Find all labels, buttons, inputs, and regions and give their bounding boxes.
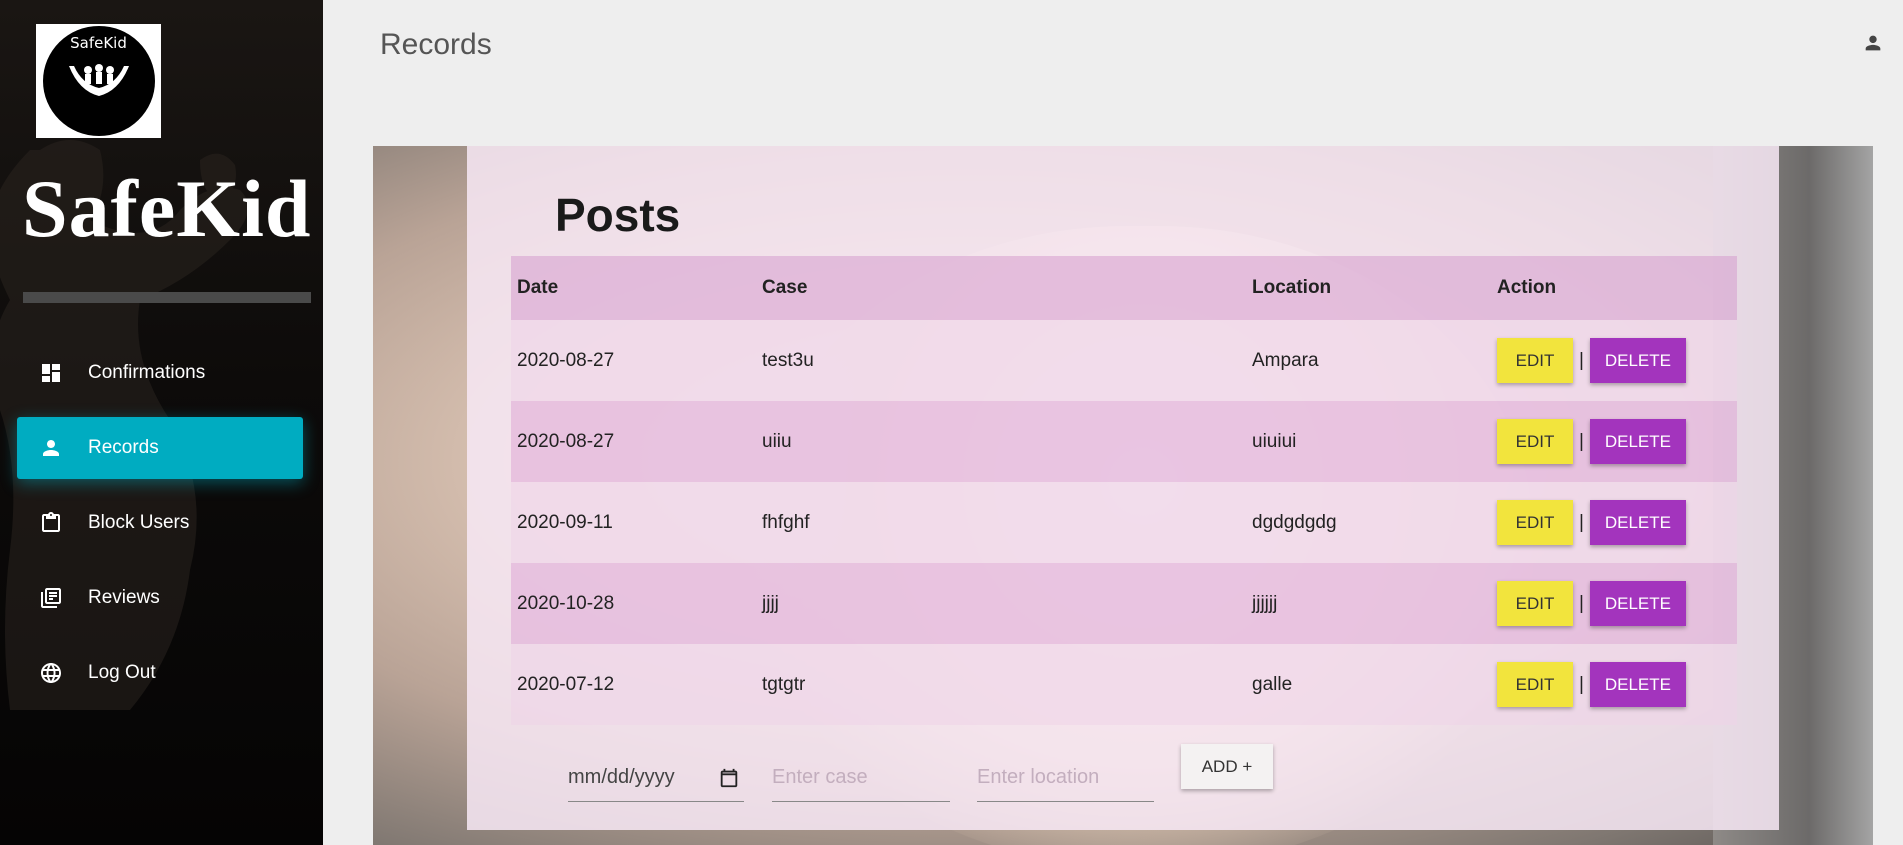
cell-date: 2020-07-12 bbox=[511, 644, 756, 725]
column-header-case: Case bbox=[756, 256, 1246, 320]
sidebar-item-label: Block Users bbox=[88, 512, 190, 533]
edit-button[interactable]: EDIT bbox=[1497, 338, 1573, 383]
sidebar-item-records[interactable]: Records bbox=[17, 417, 303, 479]
action-separator: | bbox=[1579, 349, 1584, 371]
edit-button[interactable]: EDIT bbox=[1497, 581, 1573, 626]
sidebar-nav: Confirmations Records Block Users Review… bbox=[17, 342, 303, 717]
sidebar-item-label: Log Out bbox=[88, 662, 156, 683]
cell-location: jjjjjj bbox=[1246, 563, 1491, 644]
case-input-placeholder: Enter case bbox=[772, 766, 868, 788]
globe-icon bbox=[38, 660, 64, 686]
sidebar: SafeKid SafeKid Confirmations Records Bl… bbox=[0, 0, 323, 845]
brand-title: SafeKid bbox=[22, 163, 312, 254]
location-input[interactable]: Enter location bbox=[977, 754, 1154, 802]
cell-case: jjjj bbox=[756, 563, 1246, 644]
posts-title: Posts bbox=[555, 189, 681, 241]
person-icon[interactable] bbox=[1862, 32, 1884, 54]
calendar-icon[interactable] bbox=[718, 767, 740, 789]
hands-icon bbox=[68, 64, 129, 96]
cell-location: Ampara bbox=[1246, 320, 1491, 401]
edit-button[interactable]: EDIT bbox=[1497, 662, 1573, 707]
edit-button[interactable]: EDIT bbox=[1497, 500, 1573, 545]
cell-actions: EDIT | DELETE bbox=[1491, 401, 1737, 482]
location-input-placeholder: Enter location bbox=[977, 766, 1100, 788]
cell-date: 2020-10-28 bbox=[511, 563, 756, 644]
add-button[interactable]: ADD + bbox=[1181, 744, 1273, 789]
table-row: 2020-10-28 jjjj jjjjjj EDIT | DELETE bbox=[511, 563, 1737, 644]
sidebar-item-label: Reviews bbox=[88, 587, 160, 608]
delete-button[interactable]: DELETE bbox=[1589, 500, 1686, 545]
cell-location: dgdgdgdg bbox=[1246, 482, 1491, 563]
column-header-action: Action bbox=[1491, 256, 1737, 320]
delete-button[interactable]: DELETE bbox=[1589, 338, 1686, 383]
table-row: 2020-08-27 uiiu uiuiui EDIT | DELETE bbox=[511, 401, 1737, 482]
cell-location: uiuiui bbox=[1246, 401, 1491, 482]
sidebar-item-label: Records bbox=[88, 437, 159, 458]
logo-emblem: SafeKid bbox=[42, 26, 155, 136]
date-input-placeholder: mm/dd/yyyy bbox=[568, 766, 675, 788]
cell-date: 2020-09-11 bbox=[511, 482, 756, 563]
action-separator: | bbox=[1579, 592, 1584, 614]
cell-actions: EDIT | DELETE bbox=[1491, 320, 1737, 401]
action-separator: | bbox=[1579, 673, 1584, 695]
sidebar-item-reviews[interactable]: Reviews bbox=[17, 567, 303, 629]
cell-case: tgtgtr bbox=[756, 644, 1246, 725]
cell-actions: EDIT | DELETE bbox=[1491, 644, 1737, 725]
delete-button[interactable]: DELETE bbox=[1589, 581, 1686, 626]
case-input[interactable]: Enter case bbox=[772, 754, 950, 802]
cell-date: 2020-08-27 bbox=[511, 401, 756, 482]
table-header-row: Date Case Location Action bbox=[511, 256, 1737, 320]
action-separator: | bbox=[1579, 511, 1584, 533]
cell-date: 2020-08-27 bbox=[511, 320, 756, 401]
cell-case: uiiu bbox=[756, 401, 1246, 482]
date-input[interactable]: mm/dd/yyyy bbox=[568, 754, 744, 802]
table-row: 2020-08-27 test3u Ampara EDIT | DELETE bbox=[511, 320, 1737, 401]
clipboard-icon bbox=[38, 510, 64, 536]
sidebar-item-block-users[interactable]: Block Users bbox=[17, 492, 303, 554]
table-row: 2020-07-12 tgtgtr galle EDIT | DELETE bbox=[511, 644, 1737, 725]
person-icon bbox=[38, 435, 64, 461]
column-header-location: Location bbox=[1246, 256, 1491, 320]
cell-actions: EDIT | DELETE bbox=[1491, 563, 1737, 644]
sidebar-item-label: Confirmations bbox=[88, 362, 206, 383]
table-row: 2020-09-11 fhfghf dgdgdgdg EDIT | DELETE bbox=[511, 482, 1737, 563]
dashboard-icon bbox=[38, 360, 64, 386]
sidebar-item-confirmations[interactable]: Confirmations bbox=[17, 342, 303, 404]
logo-text: SafeKid bbox=[70, 34, 127, 52]
column-header-date: Date bbox=[511, 256, 756, 320]
cell-location: galle bbox=[1246, 644, 1491, 725]
action-separator: | bbox=[1579, 430, 1584, 452]
brand-divider bbox=[23, 292, 311, 303]
delete-button[interactable]: DELETE bbox=[1589, 419, 1686, 464]
delete-button[interactable]: DELETE bbox=[1589, 662, 1686, 707]
sidebar-item-log-out[interactable]: Log Out bbox=[17, 642, 303, 704]
posts-table: Date Case Location Action 2020-08-27 tes… bbox=[511, 256, 1737, 725]
cell-case: test3u bbox=[756, 320, 1246, 401]
library-books-icon bbox=[38, 585, 64, 611]
cell-actions: EDIT | DELETE bbox=[1491, 482, 1737, 563]
edit-button[interactable]: EDIT bbox=[1497, 419, 1573, 464]
cell-case: fhfghf bbox=[756, 482, 1246, 563]
logo: SafeKid bbox=[36, 24, 161, 138]
page-title: Records bbox=[380, 28, 492, 61]
